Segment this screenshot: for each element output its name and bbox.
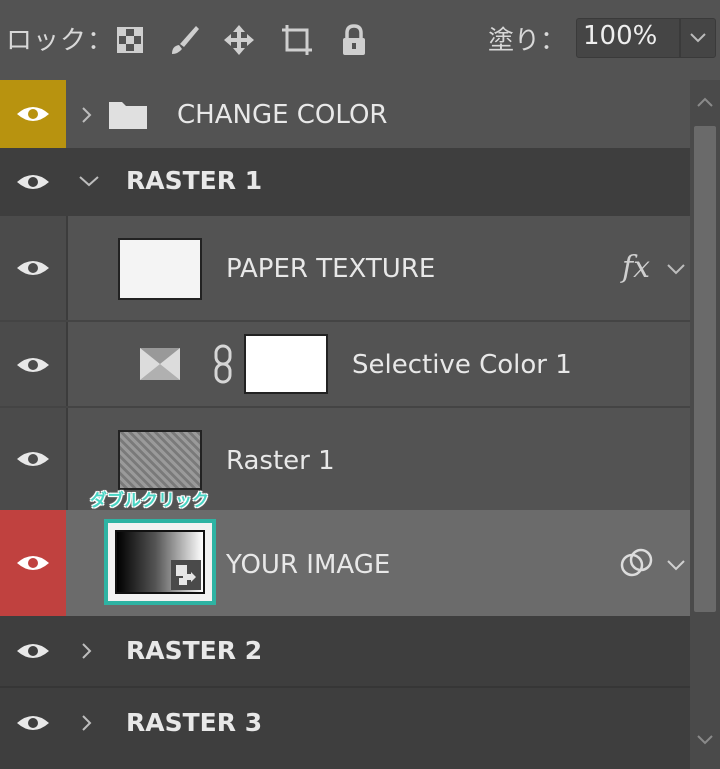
visibility-toggle[interactable] [0, 510, 66, 616]
eye-icon [17, 452, 49, 466]
brush-lock-icon[interactable] [166, 22, 202, 58]
chevron-down-icon[interactable] [666, 262, 686, 276]
link-icon[interactable] [212, 344, 234, 384]
visibility-toggle[interactable] [0, 216, 68, 320]
lock-label: ロック： [6, 26, 115, 56]
move-lock-icon[interactable] [221, 22, 257, 58]
eye-icon [17, 716, 49, 730]
smart-object-thumbnail[interactable] [115, 530, 205, 594]
visibility-toggle[interactable] [0, 688, 66, 758]
eye-icon [17, 175, 49, 189]
folder-icon [109, 102, 147, 129]
eye-icon [17, 107, 49, 121]
chevron-down-icon[interactable] [666, 558, 686, 572]
visibility-toggle[interactable] [0, 80, 66, 148]
fill-label: 塗り： [488, 26, 567, 56]
layer-group-raster-1[interactable]: RASTER 1 [0, 148, 690, 216]
fill-input[interactable]: 100% [576, 18, 680, 58]
chevron-right-icon[interactable] [80, 642, 94, 660]
group-name: RASTER 3 [126, 708, 263, 737]
eye-icon [17, 261, 49, 275]
panel-bottom-edge [0, 756, 690, 769]
scroll-up-icon[interactable] [696, 96, 714, 108]
visibility-toggle[interactable] [0, 616, 66, 686]
scroll-down-icon[interactable] [696, 734, 714, 746]
layer-row-change-color[interactable]: CHANGE COLOR [0, 80, 690, 148]
layer-name: Selective Color 1 [352, 350, 572, 380]
eye-icon [17, 644, 49, 658]
visibility-toggle[interactable] [0, 322, 68, 408]
layer-name: PAPER TEXTURE [226, 254, 436, 284]
layer-thumbnail[interactable] [118, 238, 202, 300]
smart-object-icon [171, 560, 201, 590]
group-name: RASTER 1 [126, 166, 263, 195]
layer-mask-thumbnail[interactable] [244, 334, 328, 394]
visibility-toggle[interactable] [0, 148, 66, 216]
fx-badge[interactable]: fx [622, 250, 650, 285]
layer-row-selective-color[interactable]: Selective Color 1 [0, 320, 690, 408]
chevron-right-icon[interactable] [80, 714, 94, 732]
adjustment-layer-icon [140, 348, 180, 380]
eye-icon [17, 358, 49, 372]
lock-toolbar: ロック： 塗り： 100% [0, 0, 720, 80]
layer-group-raster-3[interactable]: RASTER 3 [0, 686, 690, 758]
eye-icon [17, 556, 49, 570]
chevron-down-icon [690, 33, 706, 43]
chevron-right-icon[interactable] [80, 106, 94, 124]
double-click-callout: ダブルクリック [90, 491, 209, 511]
group-name: RASTER 2 [126, 636, 263, 665]
layer-row-paper-texture[interactable]: PAPER TEXTURE fx [0, 216, 690, 320]
layer-thumbnail[interactable] [118, 430, 202, 490]
checker-lock-icon[interactable] [112, 22, 148, 58]
highlight-box [104, 519, 216, 605]
padlock-icon[interactable] [336, 22, 372, 58]
fill-dropdown-button[interactable] [680, 18, 716, 58]
visibility-toggle[interactable] [0, 408, 68, 512]
layer-name: Raster 1 [226, 446, 335, 476]
layer-group-raster-2[interactable]: RASTER 2 [0, 616, 690, 686]
scrollbar-thumb[interactable] [694, 126, 716, 612]
chevron-down-icon[interactable] [78, 174, 100, 188]
artboard-lock-icon[interactable] [279, 22, 315, 58]
layer-name: CHANGE COLOR [177, 100, 388, 130]
blend-mode-icon[interactable] [620, 548, 654, 578]
layer-name: YOUR IMAGE [226, 550, 391, 580]
